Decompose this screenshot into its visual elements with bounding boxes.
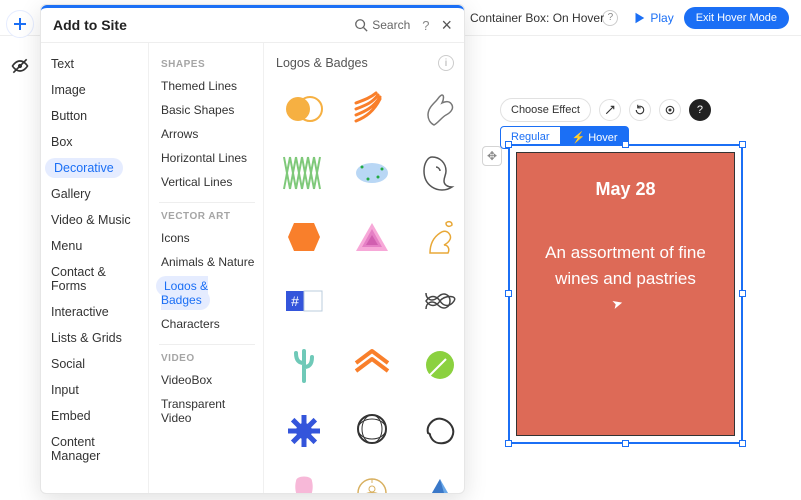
subcategory-item[interactable]: Themed Lines (159, 74, 257, 98)
category-item[interactable]: Social (41, 351, 148, 377)
card-content: May 28 An assortment of fine wines and p… (516, 152, 735, 436)
gallery-item-flame-lines[interactable] (344, 81, 400, 137)
drag-handle-icon[interactable]: ✥ (482, 146, 502, 166)
effects-toolbar: Choose Effect ? (500, 98, 711, 122)
close-icon[interactable]: × (441, 15, 452, 36)
subcategory-item[interactable]: Logos & Badges (159, 274, 257, 312)
subcategory-item[interactable]: Icons (159, 226, 257, 250)
category-item[interactable]: Embed (41, 403, 148, 429)
selected-container[interactable]: May 28 An assortment of fine wines and p… (508, 144, 743, 444)
gallery-item-venn-circles[interactable] (276, 81, 332, 137)
panel-help-icon[interactable]: ? (422, 18, 429, 33)
choose-effect-button[interactable]: Choose Effect (500, 98, 591, 122)
bolt-icon: ⚡ (572, 132, 586, 144)
category-item[interactable]: Image (41, 77, 148, 103)
resize-handle[interactable] (739, 290, 746, 297)
play-icon (632, 11, 646, 25)
category-item[interactable]: Content Manager (41, 429, 148, 469)
breadcrumb: Container Box: On Hover (470, 11, 604, 25)
gallery-item-orange-chevrons[interactable] (344, 337, 400, 393)
search-input[interactable]: Search (354, 18, 410, 32)
category-item[interactable]: Input (41, 377, 148, 403)
subcategory-item[interactable]: VideoBox (159, 368, 257, 392)
subcategory-item[interactable]: Vertical Lines (159, 170, 257, 194)
search-icon (354, 18, 368, 32)
add-icon[interactable] (6, 10, 34, 38)
subcategory-item[interactable]: Basic Shapes (159, 98, 257, 122)
gallery-title: Logos & Badges (276, 56, 368, 70)
gallery-item-orange-hexagon[interactable] (276, 209, 332, 265)
play-button[interactable]: Play (632, 11, 673, 25)
resize-handle[interactable] (739, 440, 746, 447)
category-item[interactable]: Video & Music (41, 207, 148, 233)
context-help-icon[interactable]: ? (689, 99, 711, 121)
gallery-item-cactus[interactable] (276, 337, 332, 393)
gallery-item-scribble-blob[interactable] (412, 401, 464, 457)
resize-handle[interactable] (622, 440, 629, 447)
info-icon[interactable]: i (438, 55, 454, 71)
gallery-item-ok-hand[interactable] (412, 81, 464, 137)
resize-handle[interactable] (505, 290, 512, 297)
reset-icon[interactable] (629, 99, 651, 121)
gallery-item-green-circle[interactable] (412, 337, 464, 393)
left-rail (6, 10, 34, 80)
subcategory-item[interactable]: Transparent Video (159, 392, 257, 430)
gallery-item-blank (344, 273, 400, 329)
gallery-item-sun-badge[interactable] (344, 465, 400, 493)
svg-text:#: # (291, 293, 299, 309)
subcategory-item[interactable]: Animals & Nature (159, 250, 257, 274)
category-item[interactable]: Decorative (41, 155, 148, 181)
card-description: An assortment of fine wines and pastries (533, 240, 718, 291)
category-item[interactable]: Lists & Grids (41, 325, 148, 351)
category-item[interactable]: Contact & Forms (41, 259, 148, 299)
resize-handle[interactable] (505, 141, 512, 148)
gallery-item-blue-eye[interactable] (276, 401, 332, 457)
add-panel: Add to Site Search ? × TextImageButtonBo… (40, 4, 465, 494)
gallery-item-pink-triangle[interactable] (344, 209, 400, 265)
help-icon[interactable]: ? (602, 10, 618, 26)
gallery-column: Logos & Badges i # More Logos & Badges › (264, 43, 464, 493)
gallery-item-blue-pyramid[interactable] (412, 465, 464, 493)
resize-handle[interactable] (505, 440, 512, 447)
hide-icon[interactable] (6, 52, 34, 80)
animation-icon[interactable] (599, 99, 621, 121)
category-column: TextImageButtonBoxDecorativeGalleryVideo… (41, 43, 149, 493)
gallery-item-infinity[interactable] (412, 273, 464, 329)
gallery-grid: # (274, 77, 454, 493)
gallery-item-green-grid[interactable] (276, 145, 332, 201)
subcategory-item[interactable]: Characters (159, 312, 257, 336)
gallery-item-scribble-circle[interactable] (344, 401, 400, 457)
subcategory-column: SHAPES Themed LinesBasic ShapesArrowsHori… (149, 43, 264, 493)
card-date: May 28 (533, 179, 718, 200)
panel-title: Add to Site (53, 17, 127, 33)
subgroup-title: SHAPES (161, 59, 257, 70)
exit-hover-button[interactable]: Exit Hover Mode (684, 7, 789, 29)
subcategory-item[interactable]: Arrows (159, 122, 257, 146)
gallery-item-hash-badge[interactable]: # (276, 273, 332, 329)
category-item[interactable]: Interactive (41, 299, 148, 325)
category-item[interactable]: Gallery (41, 181, 148, 207)
preview-icon[interactable] (659, 99, 681, 121)
subgroup-title: VIDEO (161, 353, 257, 364)
gallery-item-heraldic-lion[interactable] (412, 209, 464, 265)
category-item[interactable]: Box (41, 129, 148, 155)
category-item[interactable]: Button (41, 103, 148, 129)
category-item[interactable]: Text (41, 51, 148, 77)
subgroup-title: VECTOR ART (161, 211, 257, 222)
panel-header: Add to Site Search ? × (41, 5, 464, 43)
resize-handle[interactable] (739, 141, 746, 148)
subcategory-item[interactable]: Horizontal Lines (159, 146, 257, 170)
gallery-item-blue-splatter[interactable] (344, 145, 400, 201)
category-item[interactable]: Menu (41, 233, 148, 259)
gallery-item-face-outline[interactable] (412, 145, 464, 201)
gallery-item-pink-icecream[interactable] (276, 465, 332, 493)
resize-handle[interactable] (622, 141, 629, 148)
